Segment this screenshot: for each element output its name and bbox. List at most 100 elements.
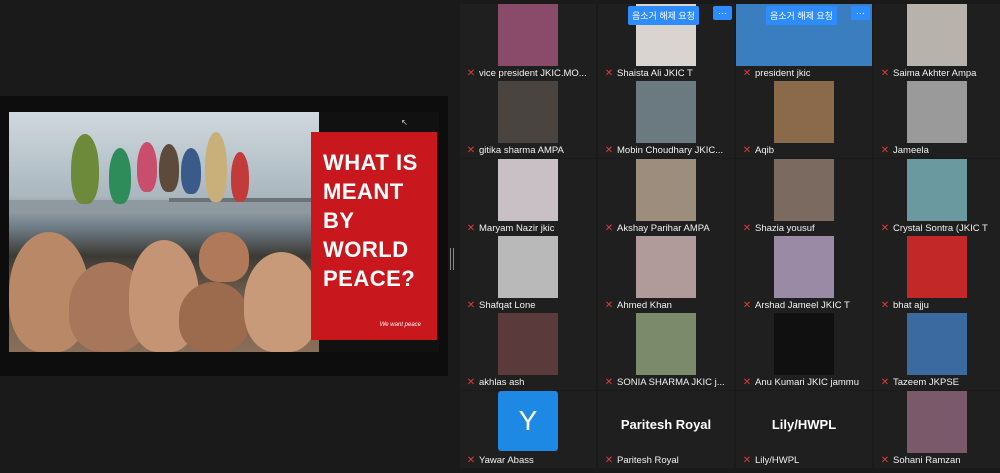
participant-name: president jkic [755, 67, 811, 79]
participant-tile[interactable]: ✕ Mobin Choudhary JKIC... [598, 81, 734, 158]
participant-name: Mobin Choudhary JKIC... [617, 144, 724, 156]
participant-name-row: ✕ Maryam Nazir jkic [466, 220, 555, 236]
participant-name-row: ✕ Aqib [742, 142, 774, 158]
participant-name: Sohani Ramzan [893, 454, 961, 466]
participant-tile[interactable]: Lily/HWPL ✕ Lily/HWPL [736, 391, 872, 468]
mouse-cursor-icon: ↖ [401, 118, 408, 127]
split-view-drag-handle[interactable] [450, 248, 454, 270]
participant-name: Shaista Ali JKIC T [617, 67, 693, 79]
participant-tile[interactable]: ✕ Maryam Nazir jkic [460, 159, 596, 236]
muted-mic-icon: ✕ [604, 454, 614, 466]
participant-name: Shazia yousuf [755, 222, 815, 234]
participant-tile[interactable]: ✕ Jameela [874, 81, 1000, 158]
participant-video [907, 391, 967, 453]
participant-name-row: ✕ Arshad Jameel JKIC T [742, 297, 850, 313]
participant-video [636, 81, 696, 143]
participant-tile[interactable]: ✕ Ahmed Khan [598, 236, 734, 313]
muted-mic-icon: ✕ [604, 299, 614, 311]
participant-tile[interactable]: ✕ Shafqat Lone [460, 236, 596, 313]
muted-mic-icon: ✕ [466, 67, 476, 79]
participant-name: akhlas ash [479, 376, 525, 388]
participant-tile[interactable]: Y ✕ Yawar Abass [460, 391, 596, 468]
participant-tile[interactable]: ✕ Crystal Sontra (JKIC T [874, 159, 1000, 236]
participant-tile[interactable]: ✕ Arshad Jameel JKIC T [736, 236, 872, 313]
participant-name-row: ✕ Sohani Ramzan [880, 452, 961, 468]
participant-tile[interactable]: ✕ akhlas ash [460, 313, 596, 390]
participant-name: bhat ajju [893, 299, 929, 311]
participant-name-row: ✕ vice president JKIC.MO... [466, 65, 587, 81]
participant-name-row: ✕ akhlas ash [466, 374, 525, 390]
participant-name-row: ✕ SONIA SHARMA JKIC j... [604, 374, 725, 390]
muted-mic-icon: ✕ [604, 67, 614, 79]
participant-name: SONIA SHARMA JKIC j... [617, 376, 725, 388]
participant-video [907, 313, 967, 375]
participant-name: Anu Kumari JKIC jammu [755, 376, 860, 388]
participant-name-row: ✕ bhat ajju [880, 297, 929, 313]
participant-video [498, 236, 558, 298]
more-options-button[interactable]: ··· [851, 6, 870, 20]
participant-tile[interactable]: ✕ Sohani Ramzan [874, 391, 1000, 468]
participant-video [636, 159, 696, 221]
muted-mic-icon: ✕ [742, 299, 752, 311]
muted-mic-icon: ✕ [604, 222, 614, 234]
participant-name: Aqib [755, 144, 775, 156]
request-unmute-button[interactable]: 음소거 해제 요청 [766, 6, 837, 25]
participant-video [907, 159, 967, 221]
participant-tile[interactable]: ✕ Anu Kumari JKIC jammu [736, 313, 872, 390]
participant-name-row: ✕ Saima Akhter Ampa [880, 65, 977, 81]
participant-video [907, 4, 967, 66]
participant-video [907, 236, 967, 298]
muted-mic-icon: ✕ [466, 144, 476, 156]
muted-mic-icon: ✕ [880, 299, 890, 311]
participant-name-row: ✕ Shafqat Lone [466, 297, 536, 313]
participant-tile[interactable]: ✕ president jkic 음소거 해제 요청 ··· [736, 4, 872, 81]
participant-tile[interactable]: ✕ Shazia yousuf [736, 159, 872, 236]
participant-name-row: ✕ Yawar Abass [466, 452, 534, 468]
participant-tile[interactable]: ✕ Akshay Parihar AMPA [598, 159, 734, 236]
participant-tile[interactable]: ✕ vice president JKIC.MO... [460, 4, 596, 81]
participant-name-row: ✕ gitika sharma AMPA [466, 142, 564, 158]
more-options-button[interactable]: ··· [713, 6, 732, 20]
participant-tile[interactable]: ✕ Shaista Ali JKIC T 음소거 해제 요청 ··· [598, 4, 734, 81]
participant-name: Arshad Jameel JKIC T [755, 299, 850, 311]
participant-video [498, 81, 558, 143]
participant-tile[interactable]: ✕ Tazeem JKPSE [874, 313, 1000, 390]
participant-tile[interactable]: ✕ gitika sharma AMPA [460, 81, 596, 158]
request-unmute-button[interactable]: 음소거 해제 요청 [628, 6, 699, 25]
participant-name-row: ✕ Shaista Ali JKIC T [604, 65, 693, 81]
muted-mic-icon: ✕ [604, 144, 614, 156]
muted-mic-icon: ✕ [466, 222, 476, 234]
participant-tile[interactable]: Paritesh Royal ✕ Paritesh Royal [598, 391, 734, 468]
slide-tagline: We want peace [379, 322, 421, 328]
participant-name-row: ✕ Jameela [880, 142, 929, 158]
muted-mic-icon: ✕ [742, 222, 752, 234]
participant-tile[interactable]: ✕ Aqib [736, 81, 872, 158]
participant-video [498, 159, 558, 221]
participant-video [774, 159, 834, 221]
participant-video [498, 4, 558, 66]
participant-name-row: ✕ Lily/HWPL [742, 452, 800, 468]
muted-mic-icon: ✕ [742, 67, 752, 79]
participant-name: gitika sharma AMPA [479, 144, 564, 156]
muted-mic-icon: ✕ [742, 144, 752, 156]
muted-mic-icon: ✕ [880, 222, 890, 234]
participant-name: Lily/HWPL [755, 454, 800, 466]
participant-tile[interactable]: ✕ Saima Akhter Ampa [874, 4, 1000, 81]
avatar: Y [498, 391, 558, 451]
participant-name-row: ✕ Akshay Parihar AMPA [604, 220, 710, 236]
participant-tile[interactable]: ✕ bhat ajju [874, 236, 1000, 313]
muted-mic-icon: ✕ [880, 144, 890, 156]
participant-video [774, 236, 834, 298]
participant-name-row: ✕ Crystal Sontra (JKIC T [880, 220, 988, 236]
muted-mic-icon: ✕ [880, 454, 890, 466]
muted-mic-icon: ✕ [466, 299, 476, 311]
participant-name: Saima Akhter Ampa [893, 67, 977, 79]
participant-video [774, 81, 834, 143]
participant-name-row: ✕ Tazeem JKPSE [880, 374, 959, 390]
muted-mic-icon: ✕ [880, 67, 890, 79]
participant-name: Jameela [893, 144, 929, 156]
participant-name-row: ✕ Ahmed Khan [604, 297, 672, 313]
participant-name: Ahmed Khan [617, 299, 672, 311]
muted-mic-icon: ✕ [880, 376, 890, 388]
participant-tile[interactable]: ✕ SONIA SHARMA JKIC j... [598, 313, 734, 390]
